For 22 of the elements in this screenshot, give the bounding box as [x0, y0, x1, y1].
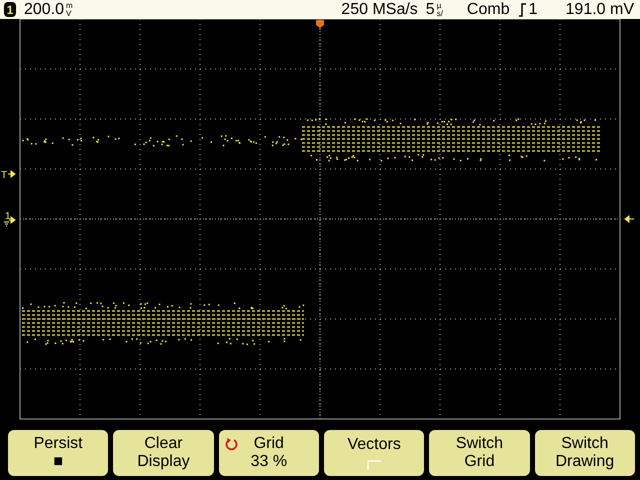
channel-badge: 1: [4, 2, 16, 17]
vertical-unit: m V: [66, 2, 73, 18]
vertical-scale: 200.0: [24, 2, 64, 18]
vectors-off-icon: [367, 460, 382, 470]
softkey[interactable]: Grid 33 %: [218, 430, 319, 476]
softkey[interactable]: Vectors: [324, 430, 424, 476]
rotate-knob-icon: [224, 437, 239, 451]
trigger-marker: T: [1, 170, 8, 181]
softkey[interactable]: Persist ■: [8, 430, 108, 476]
softkey[interactable]: Switch Drawing: [534, 430, 635, 476]
time-unit: µ s/: [436, 2, 443, 18]
time-scale: 5: [426, 2, 435, 18]
trigger-level: 191.0 mV: [566, 2, 634, 18]
trigger-source: 1: [528, 2, 538, 18]
trigger-level-arrow-icon: [8, 170, 16, 178]
level-arrow-icon: [624, 216, 634, 222]
softkey[interactable]: Switch Grid: [429, 430, 530, 476]
sample-rate: 250 MSa/s: [341, 2, 418, 18]
rising-edge-icon: [518, 2, 527, 16]
channel-marker: 1: [5, 211, 11, 222]
softkey[interactable]: Clear Display: [113, 430, 214, 476]
trigger-mode: Comb: [466, 2, 510, 18]
